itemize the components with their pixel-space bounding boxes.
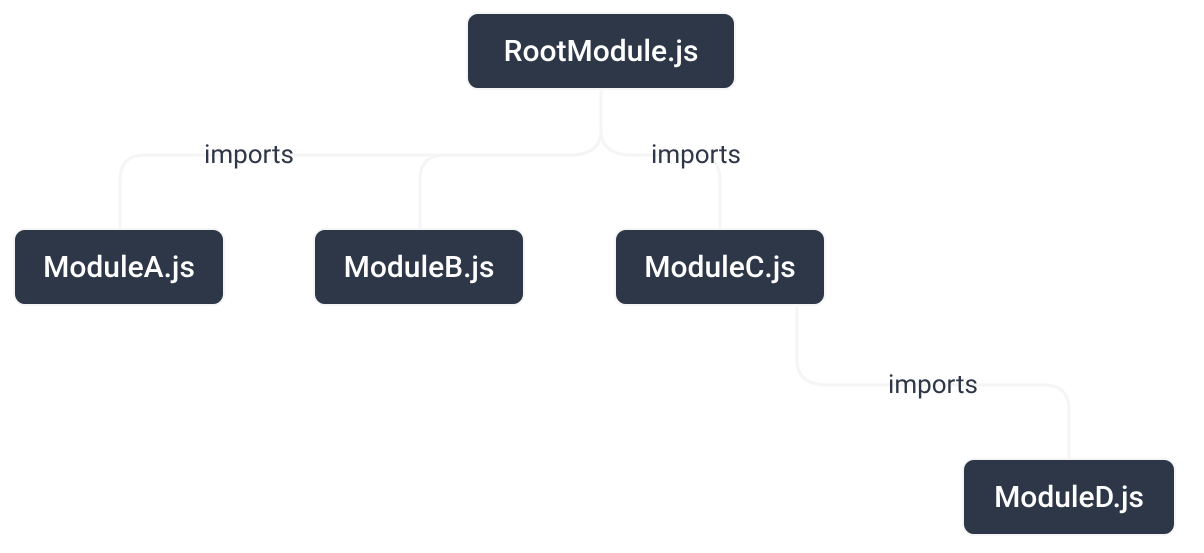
- node-module-d-label: ModuleD.js: [994, 480, 1144, 515]
- node-module-b: ModuleB.js: [313, 228, 525, 306]
- edge-label-root-c: imports: [643, 138, 749, 172]
- node-module-d: ModuleD.js: [962, 458, 1176, 536]
- edge-label-root-a: imports: [196, 138, 302, 172]
- node-root-module: RootModule.js: [466, 12, 736, 90]
- node-module-a: ModuleA.js: [13, 228, 225, 306]
- node-module-a-label: ModuleA.js: [43, 250, 195, 285]
- node-module-b-label: ModuleB.js: [344, 250, 495, 285]
- edge-label-c-d: imports: [880, 368, 986, 402]
- node-module-c: ModuleC.js: [614, 228, 826, 306]
- node-root-module-label: RootModule.js: [504, 34, 699, 69]
- node-module-c-label: ModuleC.js: [644, 250, 795, 285]
